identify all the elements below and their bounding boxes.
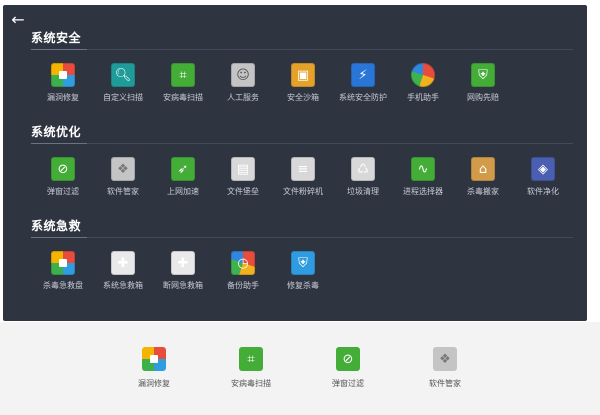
tool-label: 软件净化 — [527, 187, 559, 196]
tool-shopping-guarantee[interactable]: ⛨ 网购先赔 — [453, 61, 513, 117]
popup-block-icon: ⊘ — [51, 157, 75, 181]
tool-label: 人工服务 — [227, 93, 259, 102]
tool-manual-service[interactable]: ☺ 人工服务 — [213, 61, 273, 117]
tool-label: 安全沙箱 — [287, 93, 319, 102]
tool-net-accelerate[interactable]: ➶ 上网加速 — [153, 155, 213, 211]
section-title-security: 系统安全 — [31, 31, 82, 45]
tool-software-purify[interactable]: ◈ 软件净化 — [513, 155, 573, 211]
tool-label: 手机助手 — [407, 93, 439, 102]
section-divider — [31, 49, 573, 50]
security-tools-row: 漏洞修复 🔍︎ 自定义扫描 ⌗ 安病毒扫描 ☺ 人工服务 ▣ 安全沙箱 ⚡ 系统… — [33, 61, 513, 117]
pinned-tool-software-manager[interactable]: ❖ 软件管家 — [405, 347, 485, 389]
pinned-tools-row: 漏洞修复 ⌗ 安病毒扫描 ⊘ 弹窗过滤 ❖ 软件管家 — [0, 347, 600, 407]
tool-rescue-disk[interactable]: 杀毒急救盘 — [33, 249, 93, 305]
tool-label: 进程选择器 — [403, 187, 443, 196]
software-manager-icon: ❖ — [433, 347, 457, 371]
tool-label: 系统急救箱 — [103, 281, 143, 290]
tool-file-shredder[interactable]: ≡ 文件粉碎机 — [273, 155, 333, 211]
pinned-tools-area: 漏洞修复 ⌗ 安病毒扫描 ⊘ 弹窗过滤 ❖ 软件管家 — [0, 322, 600, 415]
pinned-tool-virus-scan[interactable]: ⌗ 安病毒扫描 — [211, 347, 291, 389]
tool-label: 修复杀毒 — [287, 281, 319, 290]
sandbox-icon: ▣ — [291, 63, 315, 87]
tool-antivirus-move[interactable]: ⌂ 杀毒搬家 — [453, 155, 513, 211]
tool-label: 弹窗过滤 — [47, 187, 79, 196]
shield-grid-icon — [51, 63, 75, 87]
tool-label: 文件粉碎机 — [283, 187, 323, 196]
file-fortress-icon: ▤ — [231, 157, 255, 181]
tool-phone-assistant[interactable]: 手机助手 — [393, 61, 453, 117]
scan-frame-icon: ⌗ — [171, 63, 195, 87]
tool-label: 备份助手 — [227, 281, 259, 290]
optimize-tools-row: ⊘ 弹窗过滤 ❖ 软件管家 ➶ 上网加速 ▤ 文件堡垒 ≡ 文件粉碎机 ♺ 垃圾… — [33, 155, 573, 211]
lightning-shield-icon: ⚡ — [351, 63, 375, 87]
tool-repair-antivirus[interactable]: ⛨ 修复杀毒 — [273, 249, 333, 305]
tool-custom-scan[interactable]: 🔍︎ 自定义扫描 — [93, 61, 153, 117]
scan-frame-icon: ⌗ — [239, 347, 263, 371]
tool-label: 断网急救箱 — [163, 281, 203, 290]
first-aid-box-icon: ✚ — [111, 251, 135, 275]
tool-label: 上网加速 — [167, 187, 199, 196]
tool-label: 杀毒急救盘 — [43, 281, 83, 290]
tool-software-manager[interactable]: ❖ 软件管家 — [93, 155, 153, 211]
shredder-icon: ≡ — [291, 157, 315, 181]
section-divider — [31, 237, 573, 238]
pinned-tool-vuln-fix[interactable]: 漏洞修复 — [114, 347, 194, 389]
house-move-icon: ⌂ — [471, 157, 495, 181]
tool-label: 软件管家 — [107, 187, 139, 196]
tool-process-selector[interactable]: ∿ 进程选择器 — [393, 155, 453, 211]
tool-backup-assistant[interactable]: ◷ 备份助手 — [213, 249, 273, 305]
pinned-tool-label: 漏洞修复 — [138, 379, 170, 388]
rescue-disk-icon — [51, 251, 75, 275]
tool-label: 自定义扫描 — [103, 93, 143, 102]
software-manager-icon: ❖ — [111, 157, 135, 181]
toolbox-panel: ← 系统安全 漏洞修复 🔍︎ 自定义扫描 ⌗ 安病毒扫描 ☺ 人工服务 ▣ 安全… — [3, 5, 587, 321]
tool-label: 文件堡垒 — [227, 187, 259, 196]
network-aid-icon: ✚ — [171, 251, 195, 275]
tool-popup-filter[interactable]: ⊘ 弹窗过滤 — [33, 155, 93, 211]
shopping-shield-icon: ⛨ — [471, 63, 495, 87]
section-divider — [31, 143, 573, 144]
back-button[interactable]: ← — [7, 11, 29, 29]
tool-file-fortress[interactable]: ▤ 文件堡垒 — [213, 155, 273, 211]
tool-junk-cleanup[interactable]: ♺ 垃圾清理 — [333, 155, 393, 211]
tool-system-protect[interactable]: ⚡ 系统安全防护 — [333, 61, 393, 117]
pinned-tool-label: 弹窗过滤 — [332, 379, 364, 388]
cleanup-icon: ♺ — [351, 157, 375, 181]
rocket-icon: ➶ — [171, 157, 195, 181]
popup-block-icon: ⊘ — [336, 347, 360, 371]
tool-label: 网购先赔 — [467, 93, 499, 102]
tool-label: 系统安全防护 — [339, 93, 387, 102]
tool-vuln-fix[interactable]: 漏洞修复 — [33, 61, 93, 117]
tool-system-aid-box[interactable]: ✚ 系统急救箱 — [93, 249, 153, 305]
repair-shield-icon: ⛨ — [291, 251, 315, 275]
tool-label: 杀毒搬家 — [467, 187, 499, 196]
section-title-rescue: 系统急救 — [31, 219, 82, 233]
rescue-tools-row: 杀毒急救盘 ✚ 系统急救箱 ✚ 断网急救箱 ◷ 备份助手 ⛨ 修复杀毒 — [33, 249, 333, 305]
process-monitor-icon: ∿ — [411, 157, 435, 181]
service-person-icon: ☺ — [231, 63, 255, 87]
tool-virus-scan[interactable]: ⌗ 安病毒扫描 — [153, 61, 213, 117]
magnifier-scan-icon: 🔍︎ — [111, 63, 135, 87]
shield-grid-icon — [142, 347, 166, 371]
tool-label: 安病毒扫描 — [163, 93, 203, 102]
section-title-optimize: 系统优化 — [31, 125, 82, 139]
backup-clock-icon: ◷ — [231, 251, 255, 275]
pinned-tool-label: 软件管家 — [429, 379, 461, 388]
layers-icon: ◈ — [531, 157, 555, 181]
phone-assistant-icon — [411, 63, 435, 87]
pinned-tool-popup-filter[interactable]: ⊘ 弹窗过滤 — [308, 347, 388, 389]
tool-network-aid-box[interactable]: ✚ 断网急救箱 — [153, 249, 213, 305]
pinned-tool-label: 安病毒扫描 — [231, 379, 271, 388]
tool-label: 漏洞修复 — [47, 93, 79, 102]
tool-sandbox[interactable]: ▣ 安全沙箱 — [273, 61, 333, 117]
tool-label: 垃圾清理 — [347, 187, 379, 196]
